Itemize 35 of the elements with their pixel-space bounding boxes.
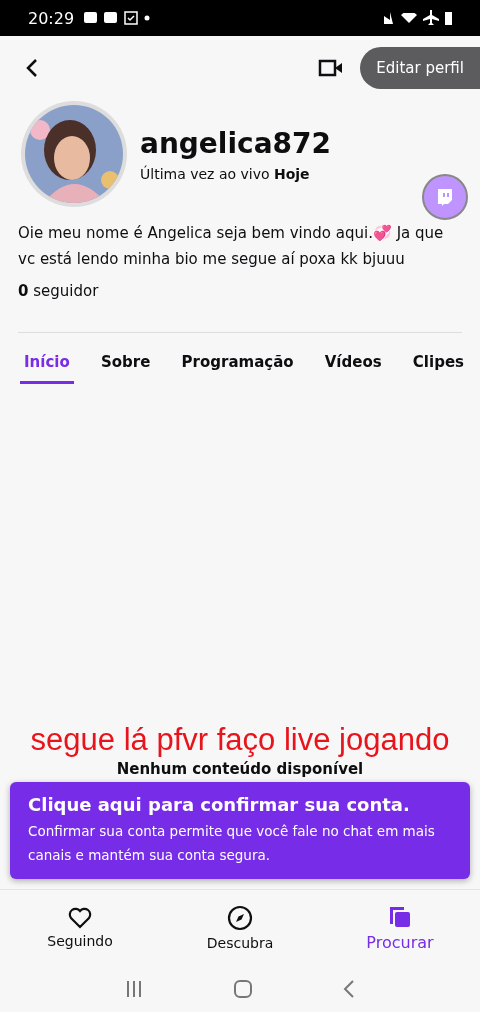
profile-tab[interactable]: Programação: [177, 343, 298, 384]
profile-tab[interactable]: Clipes: [408, 343, 468, 384]
chevron-left-icon: [24, 58, 40, 78]
battery-icon: [445, 11, 452, 25]
recent-apps-icon[interactable]: [125, 980, 143, 998]
status-time: 20:29: [28, 8, 75, 28]
airplane-icon: [423, 10, 439, 26]
edit-profile-button[interactable]: Editar perfil: [360, 47, 480, 89]
profile-tab[interactable]: Início: [20, 343, 74, 384]
wifi-icon: [401, 13, 417, 23]
dot-icon: [144, 15, 151, 21]
profile-tab[interactable]: Sobre: [96, 343, 155, 384]
checkbox-icon: [124, 11, 139, 25]
banner-text: Confirmar sua conta permite que você fale no chat em mais canais e mantém sua conta segura.: [28, 822, 436, 865]
profile-tab[interactable]: Vídeos: [320, 343, 386, 384]
nav-tab[interactable]: Descubra: [160, 890, 320, 966]
nav-tab[interactable]: Procurar: [320, 890, 480, 966]
notification-icon: [84, 11, 99, 25]
confirm-account-banner[interactable]: Clique aqui para confirmar sua conta. Confirmar sua conta permite que você fale no chat em mais canais e mantém sua conta segura.: [10, 782, 470, 879]
mute-icon: [383, 11, 395, 25]
nav-tab[interactable]: Seguindo: [0, 890, 160, 966]
caption-text: segue lá pfvr faço live jogando: [30, 722, 450, 758]
empty-message: Nenhum conteúdo disponível: [116, 760, 364, 778]
banner-title: Clique aqui para confirmar sua conta.: [28, 794, 411, 815]
back-icon[interactable]: [343, 980, 355, 998]
follower-count: 0 seguidor: [17, 281, 100, 300]
username: angelica872: [140, 126, 331, 160]
home-icon[interactable]: [233, 979, 253, 999]
notification-icon: [104, 11, 119, 25]
chat-bubble-icon: [435, 187, 455, 207]
compass-icon: [227, 905, 253, 931]
heart-icon: [68, 907, 92, 929]
last-live-text: Última vez ao vivo Hoje: [140, 165, 311, 182]
copy-icon: [388, 904, 412, 929]
chat-button[interactable]: [422, 174, 468, 220]
